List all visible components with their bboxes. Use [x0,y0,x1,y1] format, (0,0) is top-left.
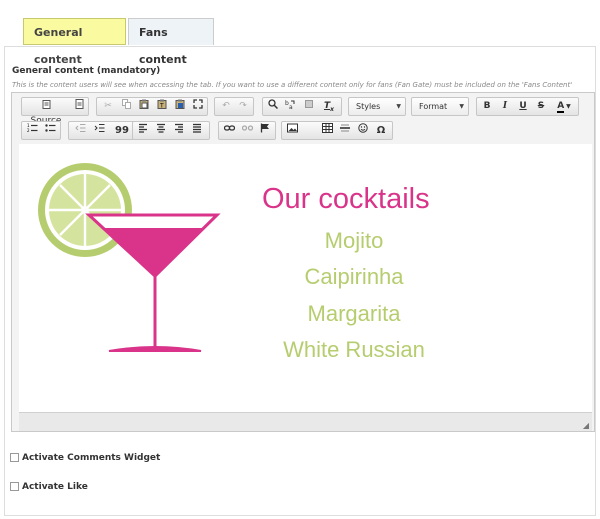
format-dropdown[interactable]: Format ▼ [411,97,469,116]
horizontal-rule-icon[interactable] [338,123,352,138]
bold-button[interactable]: B [480,99,494,114]
numbered-list-icon[interactable]: 12 [25,123,40,138]
indent-icon[interactable] [91,123,107,138]
editor-toolbar: Source ✂ T ↶ ↷ ba [12,93,592,143]
field-label: General content (mandatory) [12,66,161,76]
chevron-down-icon: ▼ [459,103,464,110]
image-icon[interactable] [285,123,299,138]
drink-item: Mojito [324,228,384,253]
anchor-flag-icon[interactable] [258,123,272,138]
blockquote-icon[interactable]: 99 [112,123,132,138]
preview-icon[interactable] [72,99,86,114]
chevron-down-icon: ▼ [396,103,401,110]
underline-button[interactable]: U [516,99,530,114]
link-icon[interactable] [222,123,236,138]
align-right-icon[interactable] [172,123,186,138]
font-color-label: A [557,101,565,113]
comments-widget-checkbox[interactable] [10,453,19,462]
svg-text:T: T [159,103,164,110]
drink-item: White Russian [283,337,425,362]
font-color-button[interactable]: A ▼ [553,99,575,114]
like-label: Activate Like [22,482,88,492]
fullscreen-icon[interactable] [191,99,205,114]
tab-fans-content[interactable]: Fans content [128,18,214,66]
insert-group: Ω [281,121,393,140]
clipboard-group: ✂ T [96,97,208,116]
unlink-icon[interactable] [240,123,254,138]
find-icon[interactable] [266,99,280,114]
svg-text:2: 2 [27,128,30,133]
indent-group: 99 [68,121,136,140]
italic-button[interactable]: I [498,99,512,114]
cut-icon[interactable]: ✂ [101,99,115,114]
cocktail-glass-image [38,163,221,352]
select-all-icon[interactable] [302,99,316,114]
copy-icon[interactable] [119,99,133,114]
justify-icon[interactable] [190,123,204,138]
table-icon[interactable] [320,123,334,138]
like-checkbox[interactable] [10,482,19,491]
align-center-icon[interactable] [154,123,168,138]
paste-text-icon[interactable]: T [155,99,169,114]
undo-icon[interactable]: ↶ [218,99,234,114]
chevron-down-icon: ▼ [566,103,571,110]
svg-text:a: a [289,104,293,109]
cocktails-heading: Our cocktails [262,183,430,215]
format-label: Format [419,102,448,111]
align-left-icon[interactable] [136,123,150,138]
strikethrough-button[interactable]: S [534,99,548,114]
smiley-icon[interactable] [356,123,370,138]
paste-word-icon[interactable] [173,99,187,114]
outdent-icon[interactable] [72,123,88,138]
tab-general-content[interactable]: General content [23,18,126,66]
drink-item: Margarita [307,301,401,326]
document-group: Source [21,97,89,126]
source-button[interactable]: Source [26,99,66,126]
find-group: ba Tx [262,97,342,116]
field-hint: This is the content users will see when … [12,81,573,89]
paste-icon[interactable] [137,99,151,114]
styles-label: Styles [356,102,381,111]
source-icon [42,100,50,109]
text-style-group: B I U S A ▼ [476,97,579,116]
redo-icon[interactable]: ↷ [235,99,251,114]
editor-statusbar: ◢ [19,412,592,431]
link-group [218,121,276,140]
undo-group: ↶ ↷ [214,97,254,116]
comments-widget-label: Activate Comments Widget [22,453,161,463]
special-char-icon[interactable]: Ω [374,123,388,138]
remove-format-icon[interactable]: Tx [321,99,337,114]
align-group [132,121,210,140]
bullet-list-icon[interactable] [43,123,58,138]
styles-dropdown[interactable]: Styles ▼ [348,97,406,116]
replace-icon[interactable]: ba [283,99,297,114]
drink-item: Caipirinha [304,264,404,289]
list-group: 12 [21,121,61,140]
resize-handle-icon[interactable]: ◢ [583,421,589,430]
